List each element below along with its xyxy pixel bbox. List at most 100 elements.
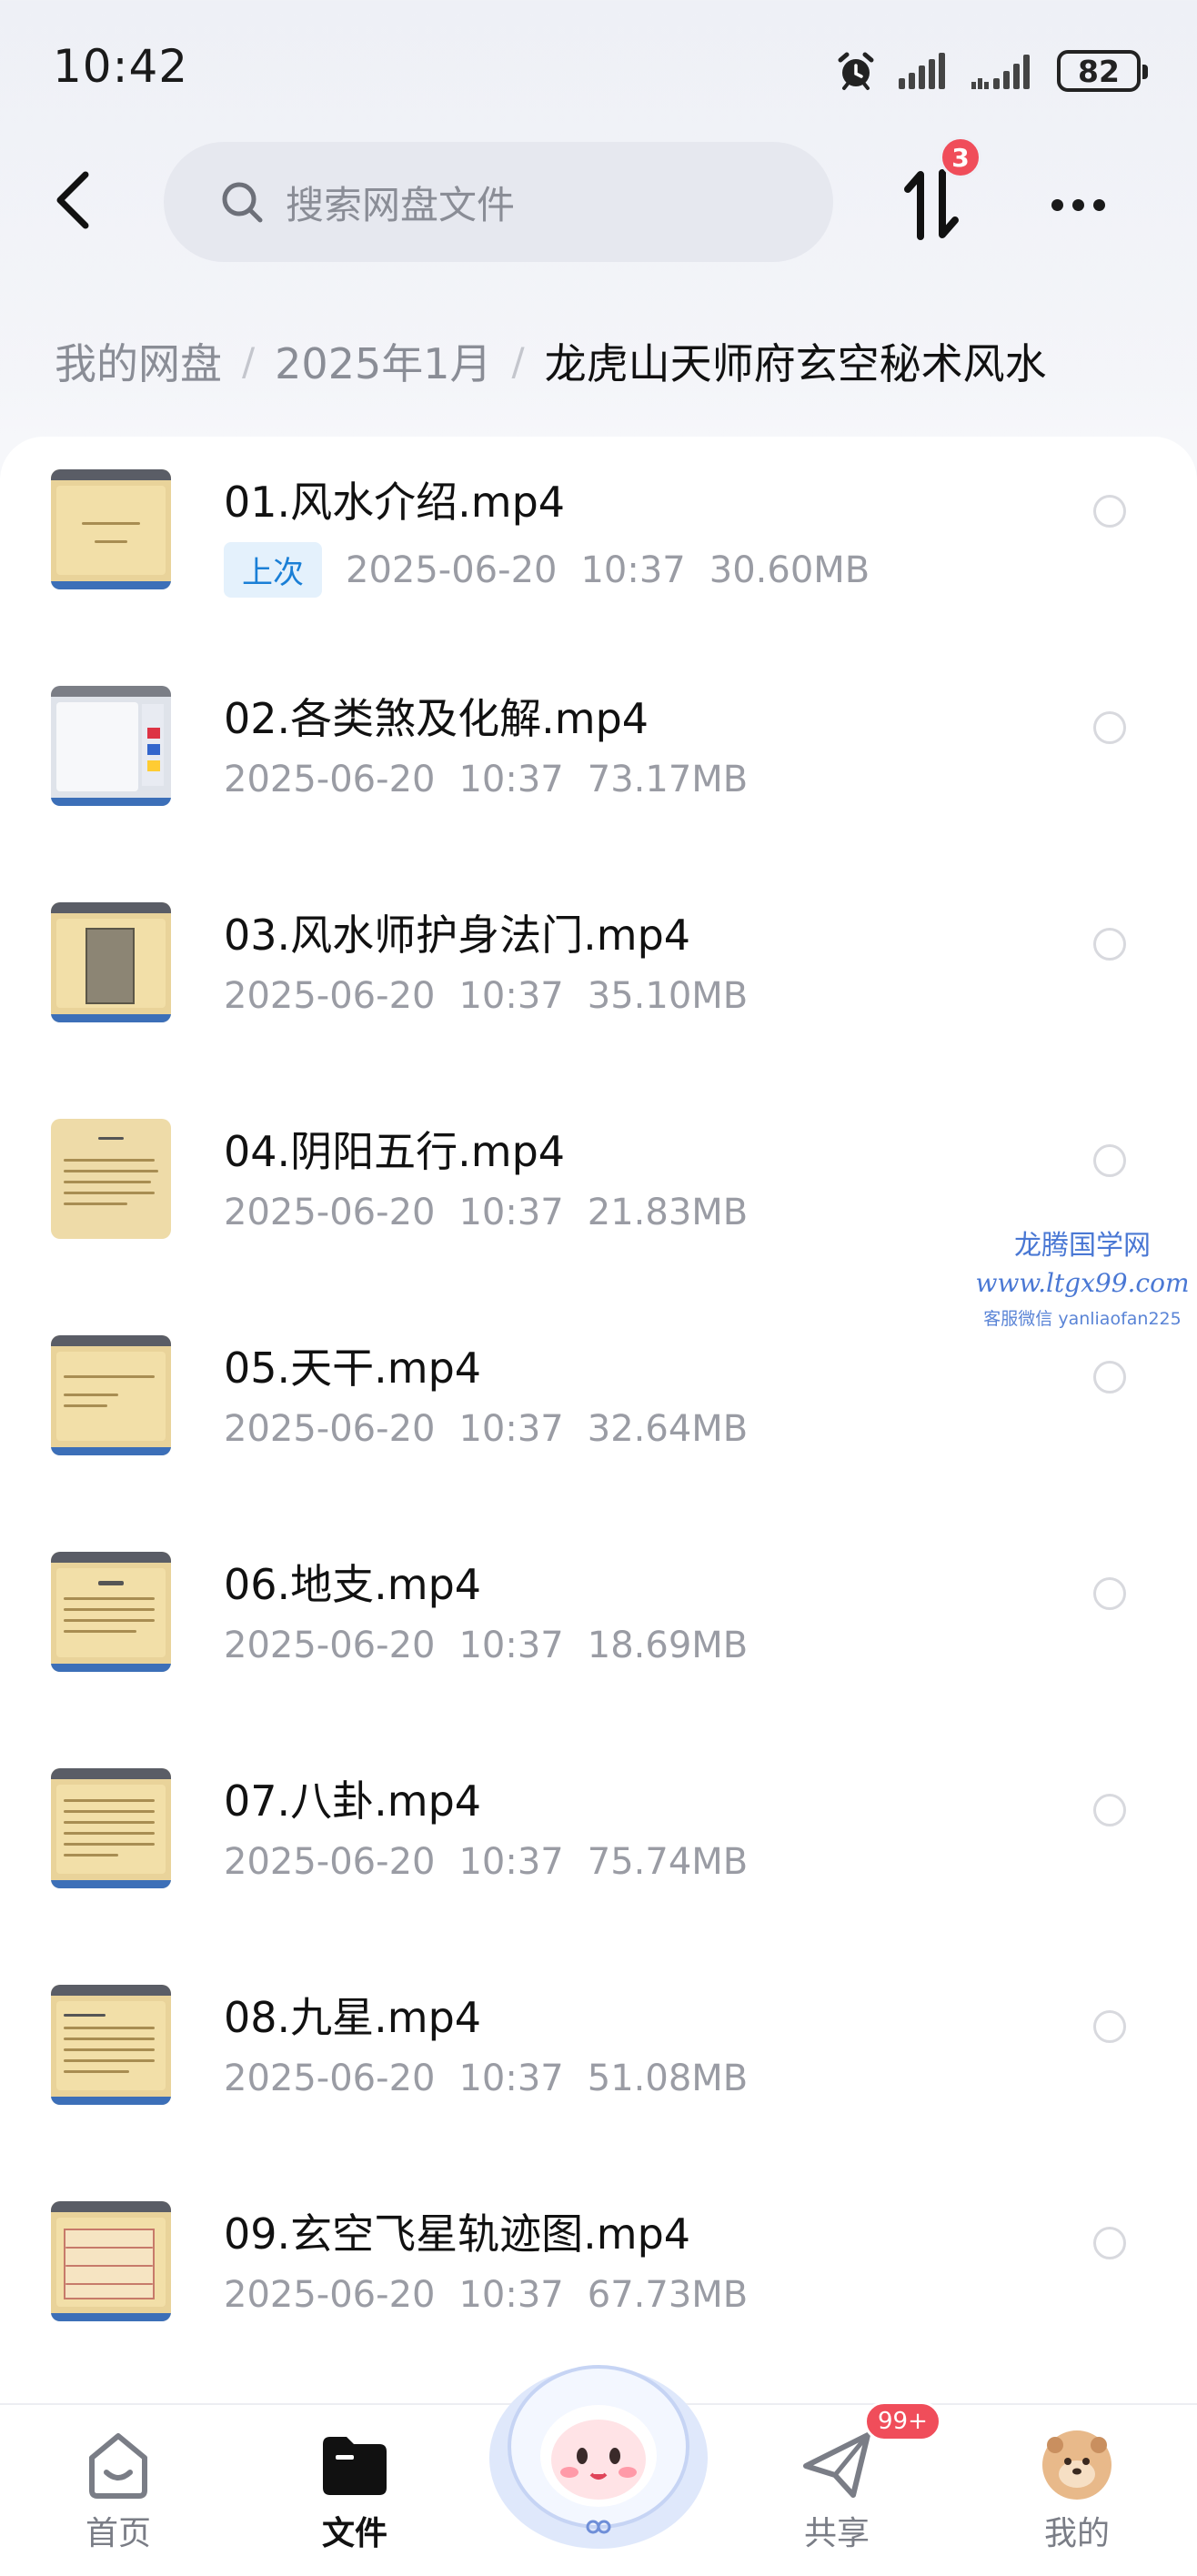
tab-mine[interactable]: 我的 (1004, 2405, 1150, 2576)
file-size: 67.73MB (587, 2274, 749, 2316)
folder-icon (318, 2429, 391, 2501)
file-time: 10:37 (458, 2058, 564, 2099)
status-time: 10:42 (53, 40, 189, 93)
file-size: 73.17MB (587, 759, 749, 800)
file-date: 2025-06-20 (224, 975, 436, 1017)
paper-plane-icon (800, 2429, 873, 2501)
search-icon (222, 182, 263, 223)
file-size: 21.83MB (587, 1192, 749, 1233)
battery-level: 82 (1078, 53, 1120, 89)
watermark-contact: 客服微信 yanliaofan225 (983, 1309, 1182, 1329)
file-row[interactable]: 01.风水介绍.mp4 上次 2025-06-20 10:37 30.60MB (0, 451, 1197, 668)
share-badge: 99+ (864, 2401, 941, 2441)
tab-label: 我的 (1043, 2515, 1110, 2552)
select-checkbox[interactable] (1093, 2227, 1126, 2259)
file-date: 2025-06-20 (224, 1192, 436, 1233)
file-row[interactable]: 06.地支.mp4 2025-06-20 10:37 18.69MB (0, 1534, 1197, 1750)
file-meta: 2025-06-20 10:37 18.69MB (224, 1625, 748, 1666)
tab-label: 共享 (803, 2515, 870, 2552)
file-name: 04.阴阳五行.mp4 (224, 1127, 566, 1176)
file-date: 2025-06-20 (224, 2274, 436, 2316)
more-dot-icon (1092, 198, 1105, 211)
breadcrumb-separator: / (511, 338, 525, 384)
file-row[interactable]: 08.九星.mp4 2025-06-20 10:37 51.08MB (0, 1967, 1197, 2183)
signal-secondary-icon (971, 55, 1030, 89)
file-meta: 2025-06-20 10:37 32.64MB (224, 1408, 748, 1450)
file-row[interactable]: 05.天干.mp4 2025-06-20 10:37 32.64MB (0, 1317, 1197, 1534)
more-button[interactable] (1037, 173, 1119, 236)
last-viewed-badge: 上次 (224, 542, 322, 598)
select-checkbox[interactable] (1093, 1361, 1126, 1394)
file-time: 10:37 (458, 1192, 564, 1233)
file-meta: 2025-06-20 10:37 51.08MB (224, 2058, 748, 2099)
file-name: 02.各类煞及化解.mp4 (224, 694, 649, 743)
more-dot-icon (1071, 198, 1084, 211)
watermark-url: www.ltgx99.com (975, 1268, 1190, 1298)
file-row[interactable]: 03.风水师护身法门.mp4 2025-06-20 10:37 35.10MB (0, 884, 1197, 1101)
file-name: 05.天干.mp4 (224, 1343, 482, 1393)
select-checkbox[interactable] (1093, 1144, 1126, 1177)
video-thumbnail (51, 469, 171, 589)
tab-home[interactable]: 首页 (45, 2405, 191, 2576)
file-date: 2025-06-20 (224, 1625, 436, 1666)
breadcrumb-root[interactable]: 我的网盘 (55, 331, 222, 391)
file-name: 08.九星.mp4 (224, 1993, 482, 2042)
file-meta: 2025-06-20 10:37 67.73MB (224, 2274, 748, 2316)
video-thumbnail (51, 1119, 171, 1239)
file-size: 18.69MB (587, 1625, 749, 1666)
tab-files[interactable]: 文件 (282, 2405, 428, 2576)
file-row[interactable]: 02.各类煞及化解.mp4 2025-06-20 10:37 73.17MB (0, 668, 1197, 884)
file-date: 2025-06-20 (346, 548, 558, 591)
file-size: 35.10MB (587, 975, 749, 1017)
breadcrumb: 我的网盘 / 2025年1月 / 龙虎山天师府玄空秘术风水 (55, 329, 1047, 393)
file-time: 10:37 (458, 759, 564, 800)
transfer-badge: 3 (940, 136, 981, 178)
file-name: 01.风水介绍.mp4 (224, 478, 566, 527)
breadcrumb-separator: / (242, 338, 256, 384)
video-thumbnail (51, 902, 171, 1022)
signal-icon (899, 53, 945, 89)
status-icons: 82 (835, 44, 1148, 98)
breadcrumb-current: 龙虎山天师府玄空秘术风水 (544, 339, 1047, 388)
file-date: 2025-06-20 (224, 759, 436, 800)
battery-icon: 82 (1057, 50, 1148, 92)
file-date: 2025-06-20 (224, 2058, 436, 2099)
back-button[interactable] (36, 164, 109, 236)
file-meta: 上次 2025-06-20 10:37 30.60MB (224, 542, 870, 598)
file-date: 2025-06-20 (224, 1408, 436, 1450)
file-name: 03.风水师护身法门.mp4 (224, 911, 691, 960)
file-name: 07.八卦.mp4 (224, 1776, 482, 1826)
select-checkbox[interactable] (1093, 495, 1126, 528)
select-checkbox[interactable] (1093, 711, 1126, 744)
file-meta: 2025-06-20 10:37 73.17MB (224, 759, 748, 800)
file-time: 10:37 (458, 1625, 564, 1666)
search-input[interactable]: 搜索网盘文件 (164, 142, 833, 262)
file-size: 30.60MB (709, 548, 870, 591)
select-checkbox[interactable] (1093, 928, 1126, 961)
mascot-assistant-button[interactable] (480, 2340, 717, 2549)
file-size: 32.64MB (587, 1408, 749, 1450)
video-thumbnail (51, 1985, 171, 2105)
select-checkbox[interactable] (1093, 2010, 1126, 2043)
select-checkbox[interactable] (1093, 1577, 1126, 1610)
chevron-left-icon (56, 171, 89, 229)
more-dot-icon (1051, 198, 1063, 211)
file-name: 06.地支.mp4 (224, 1560, 482, 1609)
file-size: 75.74MB (587, 1841, 749, 1883)
video-thumbnail (51, 2201, 171, 2321)
watermark-title: 龙腾国学网 (1014, 1230, 1151, 1262)
file-time: 10:37 (458, 975, 564, 1017)
watermark: 龙腾国学网 www.ltgx99.com 客服微信 yanliaofan225 (964, 1223, 1197, 1330)
file-meta: 2025-06-20 10:37 21.83MB (224, 1192, 748, 1233)
select-checkbox[interactable] (1093, 1794, 1126, 1826)
search-placeholder: 搜索网盘文件 (286, 182, 516, 227)
header: 搜索网盘文件 (0, 136, 1197, 268)
file-meta: 2025-06-20 10:37 35.10MB (224, 975, 748, 1017)
alarm-icon (838, 52, 874, 90)
file-meta: 2025-06-20 10:37 75.74MB (224, 1841, 748, 1883)
breadcrumb-folder[interactable]: 2025年1月 (275, 331, 491, 391)
video-thumbnail (51, 1335, 171, 1455)
file-row[interactable]: 07.八卦.mp4 2025-06-20 10:37 75.74MB (0, 1750, 1197, 1967)
file-time: 10:37 (580, 548, 686, 591)
file-size: 51.08MB (587, 2058, 749, 2099)
